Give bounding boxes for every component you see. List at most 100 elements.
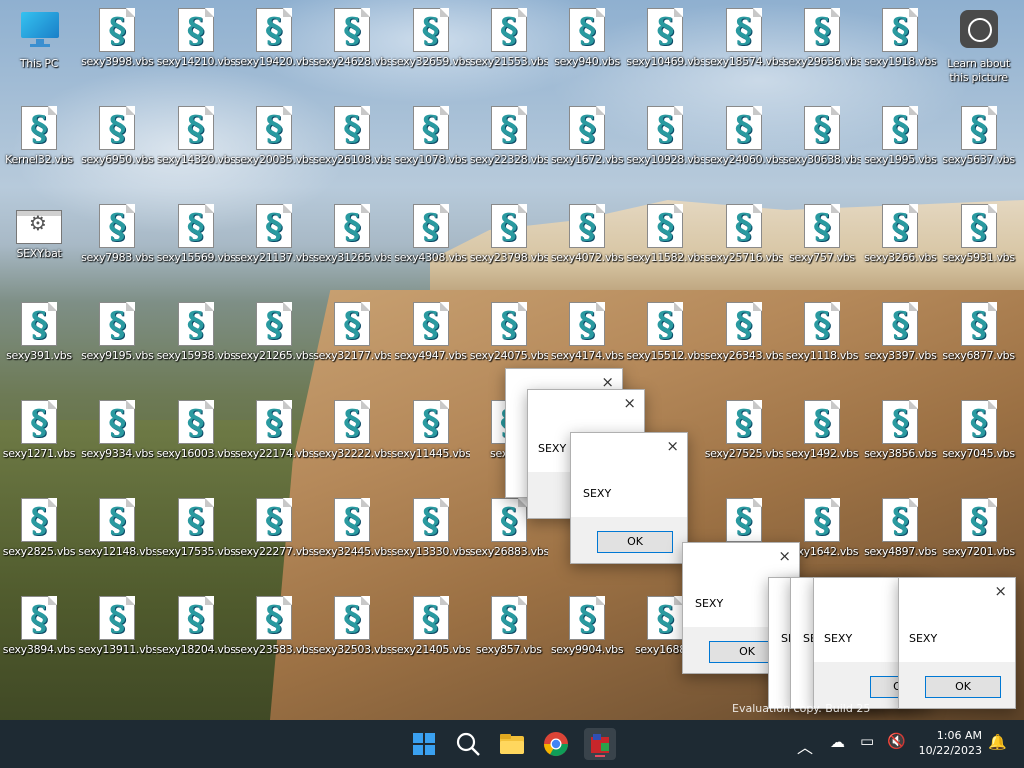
desktop-icon[interactable]: § sexy7201.vbs [940, 492, 1018, 588]
desktop-icon[interactable]: § sexy21553.vbs [470, 2, 548, 98]
desktop-icon[interactable]: § sexy32222.vbs [313, 394, 391, 490]
message-dialog[interactable]: × SEXY OK [898, 577, 1016, 709]
desktop-icon[interactable]: § sexy9195.vbs [78, 296, 156, 392]
desktop-icon[interactable]: § sexy23583.vbs [235, 590, 313, 686]
desktop-icon[interactable]: § sexy1995.vbs [861, 100, 939, 196]
start-icon[interactable] [408, 728, 440, 760]
desktop-icon[interactable]: § sexy11445.vbs [392, 394, 470, 490]
vbs-script-icon: § [647, 204, 684, 248]
desktop-icon[interactable]: § sexy14210.vbs [157, 2, 235, 98]
script-app-icon[interactable] [584, 728, 616, 760]
desktop-icon[interactable]: § sexy4897.vbs [861, 492, 939, 588]
desktop-icon[interactable]: § sexy15938.vbs [157, 296, 235, 392]
desktop-icon[interactable]: § sexy32659.vbs [392, 2, 470, 98]
desktop-icon[interactable]: § sexy10469.vbs [626, 2, 704, 98]
desktop-icon[interactable]: § sexy9334.vbs [78, 394, 156, 490]
volume-icon[interactable]: 🔇 [887, 732, 906, 750]
desktop-icon[interactable]: § sexy3894.vbs [0, 590, 78, 686]
desktop-icon[interactable]: § sexy9904.vbs [548, 590, 626, 686]
desktop-icon[interactable]: § sexy6950.vbs [78, 100, 156, 196]
desktop-icon[interactable]: § sexy3998.vbs [78, 2, 156, 98]
desktop-icon[interactable]: § sexy16003.vbs [157, 394, 235, 490]
desktop-icon[interactable]: § sexy22328.vbs [470, 100, 548, 196]
desktop-icon[interactable]: § sexy13911.vbs [78, 590, 156, 686]
notification-bell-icon[interactable]: 🔔 [988, 733, 1007, 751]
desktop-icon[interactable]: § sexy15512.vbs [626, 296, 704, 392]
desktop-icon[interactable]: § sexy757.vbs [783, 198, 861, 294]
desktop-icon[interactable]: § sexy12148.vbs [78, 492, 156, 588]
desktop-icon[interactable]: § sexy11582.vbs [626, 198, 704, 294]
chrome-icon[interactable] [540, 728, 572, 760]
desktop-icon[interactable]: § sexy21405.vbs [392, 590, 470, 686]
desktop-icon[interactable]: § sexy857.vbs [470, 590, 548, 686]
desktop-icon[interactable]: This PC [0, 2, 78, 98]
desktop-icon[interactable]: § sexy22277.vbs [235, 492, 313, 588]
desktop-icon[interactable]: § sexy3266.vbs [861, 198, 939, 294]
ok-button[interactable]: OK [925, 676, 1001, 698]
desktop-icon-label: sexy857.vbs [475, 643, 542, 656]
desktop-icon[interactable]: § sexy1271.vbs [0, 394, 78, 490]
desktop-icon[interactable]: § sexy3856.vbs [861, 394, 939, 490]
desktop-icon[interactable]: § sexy31265.vbs [313, 198, 391, 294]
desktop-icon[interactable]: § sexy29636.vbs [783, 2, 861, 98]
clock[interactable]: 1:06 AM 10/22/2023 [919, 728, 982, 758]
desktop-icon[interactable]: § sexy19420.vbs [235, 2, 313, 98]
vbs-script-icon: § [255, 106, 292, 150]
desktop-icon[interactable]: § sexy20035.vbs [235, 100, 313, 196]
desktop-icon[interactable]: § sexy23798.vbs [470, 198, 548, 294]
desktop-icon[interactable]: § sexy17535.vbs [157, 492, 235, 588]
desktop-icon[interactable]: § sexy25716.vbs [705, 198, 783, 294]
desktop-icon[interactable]: § sexy7983.vbs [78, 198, 156, 294]
display-icon[interactable]: ▭ [860, 732, 874, 750]
close-icon[interactable]: × [994, 582, 1007, 600]
desktop-icon[interactable]: § sexy10928.vbs [626, 100, 704, 196]
desktop-icon[interactable]: § sexy1078.vbs [392, 100, 470, 196]
desktop-icon[interactable]: § sexy1118.vbs [783, 296, 861, 392]
desktop-icon[interactable]: § sexy24060.vbs [705, 100, 783, 196]
close-icon[interactable]: × [666, 437, 679, 455]
desktop-icon[interactable]: § sexy1492.vbs [783, 394, 861, 490]
desktop-icon[interactable]: § sexy6877.vbs [940, 296, 1018, 392]
desktop-icon[interactable]: § sexy30638.vbs [783, 100, 861, 196]
desktop-icon[interactable]: § sexy22174.vbs [235, 394, 313, 490]
close-icon[interactable]: × [778, 547, 791, 565]
desktop-icon[interactable]: § sexy1672.vbs [548, 100, 626, 196]
desktop-icon[interactable]: § sexy5931.vbs [940, 198, 1018, 294]
desktop-icon[interactable]: § sexy32445.vbs [313, 492, 391, 588]
desktop-icon[interactable]: § sexy21137.vbs [235, 198, 313, 294]
desktop-icon[interactable]: § sexy4947.vbs [392, 296, 470, 392]
desktop-icon[interactable]: § sexy18574.vbs [705, 2, 783, 98]
close-icon[interactable]: × [623, 394, 636, 412]
desktop-icon[interactable]: § sexy391.vbs [0, 296, 78, 392]
desktop-icon[interactable]: § sexy26108.vbs [313, 100, 391, 196]
script-glyph: § [343, 501, 362, 541]
chevron-up-icon[interactable]: ︿ [797, 734, 813, 758]
desktop-icon[interactable]: § sexy32177.vbs [313, 296, 391, 392]
desktop-icon[interactable]: Learn about this picture [940, 2, 1018, 98]
desktop-icon[interactable]: § sexy5637.vbs [940, 100, 1018, 196]
desktop-icon[interactable]: § sexy3397.vbs [861, 296, 939, 392]
desktop-icon[interactable]: § sexy27525.vbs [705, 394, 783, 490]
desktop-icon[interactable]: § sexy18204.vbs [157, 590, 235, 686]
desktop-icon[interactable]: § sexy2825.vbs [0, 492, 78, 588]
desktop-icon[interactable]: § sexy1918.vbs [861, 2, 939, 98]
file-explorer-icon[interactable] [496, 728, 528, 760]
desktop-icon[interactable]: § sexy7045.vbs [940, 394, 1018, 490]
network-icon[interactable]: ☁ [830, 733, 845, 751]
desktop-icon[interactable]: § sexy14320.vbs [157, 100, 235, 196]
script-glyph: § [343, 109, 362, 149]
desktop-icon[interactable]: § sexy940.vbs [548, 2, 626, 98]
desktop-icon[interactable]: § sexy32503.vbs [313, 590, 391, 686]
ok-button[interactable]: OK [597, 531, 673, 553]
desktop-icon[interactable]: § sexy21265.vbs [235, 296, 313, 392]
desktop-icon[interactable]: § sexy4308.vbs [392, 198, 470, 294]
desktop-icon[interactable]: § sexy4072.vbs [548, 198, 626, 294]
desktop-icon[interactable]: § sexy13330.vbs [392, 492, 470, 588]
desktop-icon[interactable]: § sexy26343.vbs [705, 296, 783, 392]
message-dialog[interactable]: × SEXY OK [570, 432, 688, 564]
search-icon[interactable] [452, 728, 484, 760]
desktop-icon[interactable]: ⚙ SEXY.bat [0, 198, 78, 294]
desktop-icon[interactable]: § sexy15569.vbs [157, 198, 235, 294]
desktop-icon[interactable]: § sexy24628.vbs [313, 2, 391, 98]
desktop-icon[interactable]: § Kernel32.vbs [0, 100, 78, 196]
